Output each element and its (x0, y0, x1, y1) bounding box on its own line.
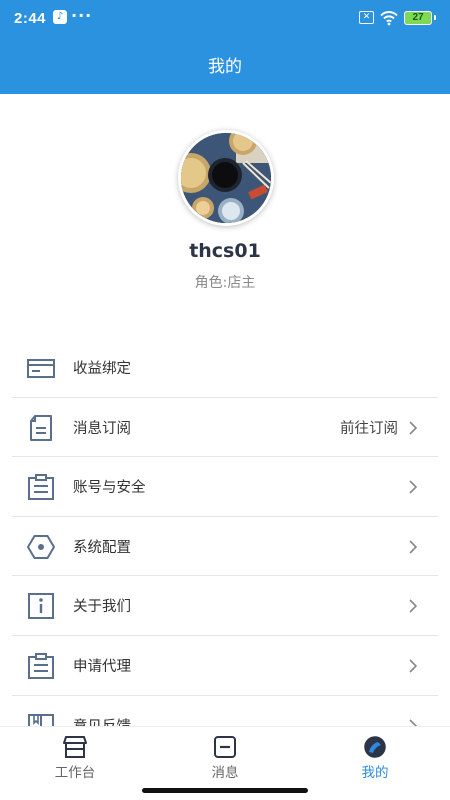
menu-item-apply-agent[interactable]: 申请代理 (12, 636, 438, 696)
document-icon (30, 414, 52, 441)
tab-messages[interactable]: 消息 (150, 735, 300, 781)
avatar-food-image (181, 133, 271, 223)
tab-label: 消息 (211, 765, 239, 781)
menu-item-message-subscription[interactable]: 消息订阅 前往订阅 (12, 398, 438, 458)
chevron-right-icon (409, 480, 418, 494)
no-sim-icon: ✕ (359, 11, 374, 24)
tab-label: 我的 (361, 765, 389, 781)
home-indicator[interactable] (142, 788, 308, 793)
chevron-right-icon (409, 659, 418, 673)
menu-item-label: 系统配置 (73, 539, 131, 556)
chevron-right-icon (409, 599, 418, 613)
battery-icon: 27 (404, 11, 436, 25)
username: thcs01 (189, 240, 261, 262)
tab-profile[interactable]: 我的 (300, 735, 450, 781)
menu-item-label: 申请代理 (73, 658, 131, 675)
status-time: 2:44 (14, 10, 47, 27)
menu-item-account-security[interactable]: 账号与安全 (12, 457, 438, 517)
tab-workbench[interactable]: 工作台 (0, 735, 150, 781)
menu-item-label: 收益绑定 (73, 361, 131, 377)
chevron-right-icon (409, 718, 418, 726)
user-role: 角色:店主 (194, 275, 256, 291)
chevron-right-icon (409, 540, 418, 554)
menu-item-about-us[interactable]: 关于我们 (12, 576, 438, 636)
menu-item-feedback[interactable]: 意见反馈 (12, 696, 438, 726)
store-icon (63, 736, 87, 758)
page-title: 我的 (208, 57, 242, 77)
menu-item-label: 关于我们 (73, 599, 131, 616)
hex-nut-icon (27, 534, 55, 559)
menu-item-income-binding[interactable]: 收益绑定 (12, 338, 438, 398)
menu-item-label: 消息订阅 (73, 420, 131, 437)
card-icon (27, 359, 55, 378)
tab-label: 工作台 (54, 765, 96, 781)
menu-item-system-config[interactable]: 系统配置 (12, 517, 438, 577)
more-notifications-icon: ··· (71, 6, 93, 25)
avatar[interactable] (178, 130, 274, 226)
header-bar: 2:44 ♪ ··· ✕ 27 我的 (0, 0, 450, 94)
clipboard-icon (28, 652, 54, 679)
menu-item-label: 账号与安全 (73, 480, 146, 497)
menu-item-label: 意见反馈 (73, 715, 131, 726)
clipboard-icon (28, 474, 54, 501)
info-icon (28, 593, 54, 620)
settings-menu: 收益绑定 消息订阅 前往订阅 账号与安全 系统配置 关于我们 申请代理 (0, 338, 450, 726)
tiktok-icon: ♪ (53, 10, 67, 24)
book-icon (28, 713, 54, 726)
chevron-right-icon (409, 421, 418, 435)
status-bar: 2:44 ♪ ··· ✕ 27 (0, 0, 450, 40)
wifi-icon (380, 11, 398, 26)
message-icon (214, 736, 236, 758)
profile-icon (364, 736, 386, 758)
go-subscribe-link[interactable]: 前往订阅 (340, 417, 398, 438)
